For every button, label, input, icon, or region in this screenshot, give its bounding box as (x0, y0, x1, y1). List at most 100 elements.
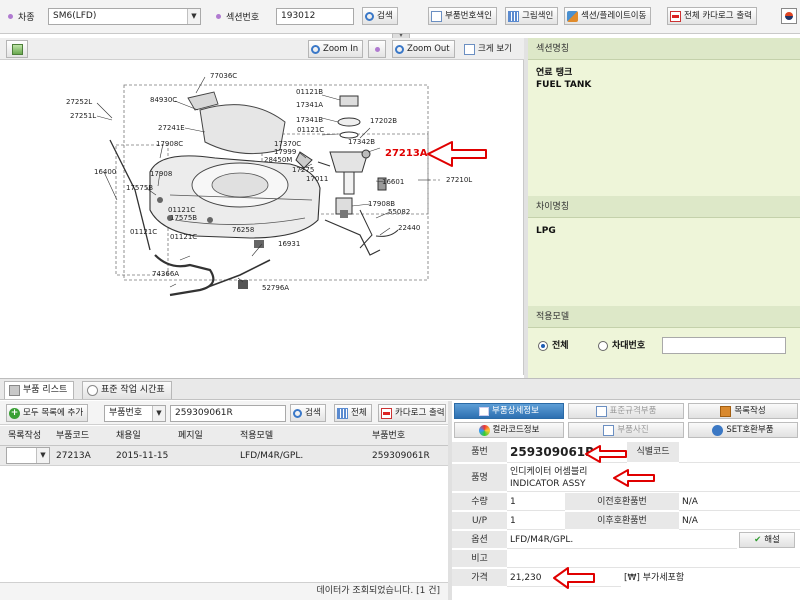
ident-label: 식별코드 (627, 442, 679, 463)
diagram-part-label[interactable]: 17370C (274, 140, 301, 148)
table-row[interactable]: ▼ 27213A 2015-11-15 LFD/M4R/GPL. 2593090… (0, 446, 448, 466)
set-compatible-button[interactable]: SET호환부품 (688, 422, 798, 438)
diagram-part-label[interactable]: 17342B (348, 138, 375, 146)
filter-input[interactable]: 259309061R (170, 405, 286, 422)
diagram-part-label[interactable]: 52796A (262, 284, 289, 292)
tab-parts-list-label: 부품 리스트 (23, 385, 68, 395)
diagram-part-label[interactable]: 17908 (150, 170, 172, 178)
diagram-part-label[interactable]: 55082 (388, 208, 410, 216)
bullet-icon (8, 14, 13, 19)
section-move-button[interactable]: 섹션/플레이트이동 (564, 7, 652, 25)
diagram-part-label[interactable]: 01121C (130, 228, 157, 236)
add-all-button[interactable]: + 모두 목록에 추가 (6, 404, 89, 422)
diagram-part-label[interactable]: 17341B (296, 116, 323, 124)
diagram-part-label[interactable]: 77036C (210, 72, 237, 80)
diagram-part-label[interactable]: 17341A (296, 101, 323, 109)
diagram-part-label[interactable]: 16931 (278, 240, 300, 248)
list-add-select[interactable]: ▼ (6, 447, 50, 464)
car-select[interactable]: SM6(LFD) ▼ (48, 8, 201, 25)
filter-select[interactable]: 부품번호 ▼ (104, 405, 166, 422)
diagram-part-label[interactable]: 17999 (274, 148, 296, 156)
col-part[interactable]: 부품번호 (372, 426, 405, 446)
diagram-part-label[interactable]: 84930C (150, 96, 177, 104)
diagram-part-label[interactable]: 27210L (446, 176, 472, 184)
clock-icon (87, 385, 98, 396)
print-catalog-button[interactable]: 전체 카다로그 출력 (667, 7, 757, 25)
col-model[interactable]: 적용모델 (240, 426, 273, 446)
part-photo-label: 부품사진 (617, 424, 649, 435)
color-code-button[interactable]: 컬라코드정보 (454, 422, 564, 438)
diagram-part-label[interactable]: 27241E (158, 124, 185, 132)
tab-parts-list[interactable]: 부품 리스트 (4, 381, 75, 399)
section-input[interactable]: 193012 (276, 8, 354, 25)
col-list[interactable]: 목록작성 (8, 426, 41, 446)
image-index-label: 그림색인 (522, 11, 554, 21)
diagram-part-label[interactable]: 17275 (292, 166, 314, 174)
prev-label: 이전호환품번 (565, 493, 679, 511)
diagram-part-label[interactable]: 17908C (156, 140, 183, 148)
radio-all[interactable] (538, 341, 548, 351)
price-unit: [₩] 부가세포함 (624, 573, 685, 583)
diagram-part-label[interactable]: 17202B (370, 117, 397, 125)
diagram-part-label[interactable]: 28450M (264, 156, 292, 164)
image-index-button[interactable]: 그림색인 (505, 7, 559, 25)
part-index-label: 부품번호색인 (445, 11, 492, 21)
diagram-part-label[interactable]: 17575B (126, 184, 153, 192)
large-view-button[interactable]: 크게 보기 (462, 40, 516, 58)
decode-button[interactable]: ✔ 해설 (739, 532, 795, 548)
zoom-out-label: Zoom Out (407, 44, 450, 54)
diagram-part-label[interactable]: 27251L (70, 112, 96, 120)
diagram-part-label[interactable]: 01121C (168, 206, 195, 214)
chevron-down-icon: ▼ (36, 448, 49, 463)
cell-adopt: 2015-11-15 (116, 451, 169, 461)
standard-part-button[interactable]: 표준규격부품 (568, 403, 684, 419)
col-abolish[interactable]: 폐지일 (178, 426, 203, 446)
diagram-part-label[interactable]: 16400 (94, 168, 116, 176)
highlight-part-label[interactable]: 27213A (385, 148, 428, 159)
cell-part: 259309061R (372, 451, 430, 461)
radio-vin[interactable] (598, 341, 608, 351)
diagram-part-label[interactable]: 16601 (382, 178, 404, 186)
search-button-label: 검색 (377, 11, 393, 21)
zoom-reset-button[interactable] (368, 40, 386, 58)
all-button[interactable]: 전체 (334, 404, 372, 422)
zoom-out-button[interactable]: Zoom Out (392, 40, 455, 58)
vin-input[interactable] (662, 337, 786, 354)
diagram-part-label[interactable]: 17011 (306, 175, 328, 183)
diagram-part-label[interactable]: 27252L (66, 98, 92, 106)
list-search-label: 검색 (305, 408, 321, 418)
cell-code: 27213A (56, 451, 91, 461)
diagram-part-label[interactable]: 01121C (297, 126, 324, 134)
part-photo-button[interactable]: 부품사진 (568, 422, 684, 438)
variant-value: LPG (536, 226, 556, 236)
language-flag-icon[interactable] (781, 8, 797, 24)
diagram-part-label[interactable]: 17575B (170, 214, 197, 222)
make-list-button[interactable]: 목록작성 (688, 403, 798, 419)
part-detail-button[interactable]: 부품상세정보 (454, 403, 564, 419)
diagram-part-label[interactable]: 22440 (398, 224, 420, 232)
parts-diagram-area[interactable]: 77036C 84930C 27252L 27251L 27241E 17908C 1640… (0, 60, 524, 375)
diagram-part-label[interactable]: 17908B (368, 200, 395, 208)
diagram-part-label[interactable]: 74366A (152, 270, 179, 278)
name-label: 품명 (452, 464, 507, 492)
section-info-panel: 섹션명칭 연료 탱크 FUEL TANK 차이명칭 LPG 적용모델 전체 차대… (528, 38, 800, 378)
col-code[interactable]: 부품코드 (56, 426, 89, 446)
zoom-in-button[interactable]: Zoom In (308, 40, 364, 58)
tab-labor-time[interactable]: 표준 작업 시간표 (82, 381, 172, 399)
list-search-button[interactable]: 검색 (290, 404, 326, 422)
diagram-part-label[interactable]: 01121B (296, 88, 323, 96)
search-button[interactable]: 검색 (362, 7, 398, 25)
box-icon (720, 405, 732, 417)
zoom-in-icon (311, 44, 320, 54)
qty-value: 1 (507, 493, 565, 511)
part-index-button[interactable]: 부품번호색인 (428, 7, 497, 25)
thumbnail-button[interactable] (6, 40, 28, 58)
diagram-part-label[interactable]: 76258 (232, 226, 254, 234)
diagram-part-label[interactable]: 01121C (170, 233, 197, 241)
col-adopt[interactable]: 채용일 (116, 426, 141, 446)
note-label: 비고 (452, 550, 507, 568)
price-label: 가격 (452, 569, 507, 587)
pdf-icon (670, 10, 681, 22)
list-catalog-button[interactable]: 카다로그 출력 (378, 404, 446, 422)
make-list-label: 목록작성 (734, 405, 766, 416)
